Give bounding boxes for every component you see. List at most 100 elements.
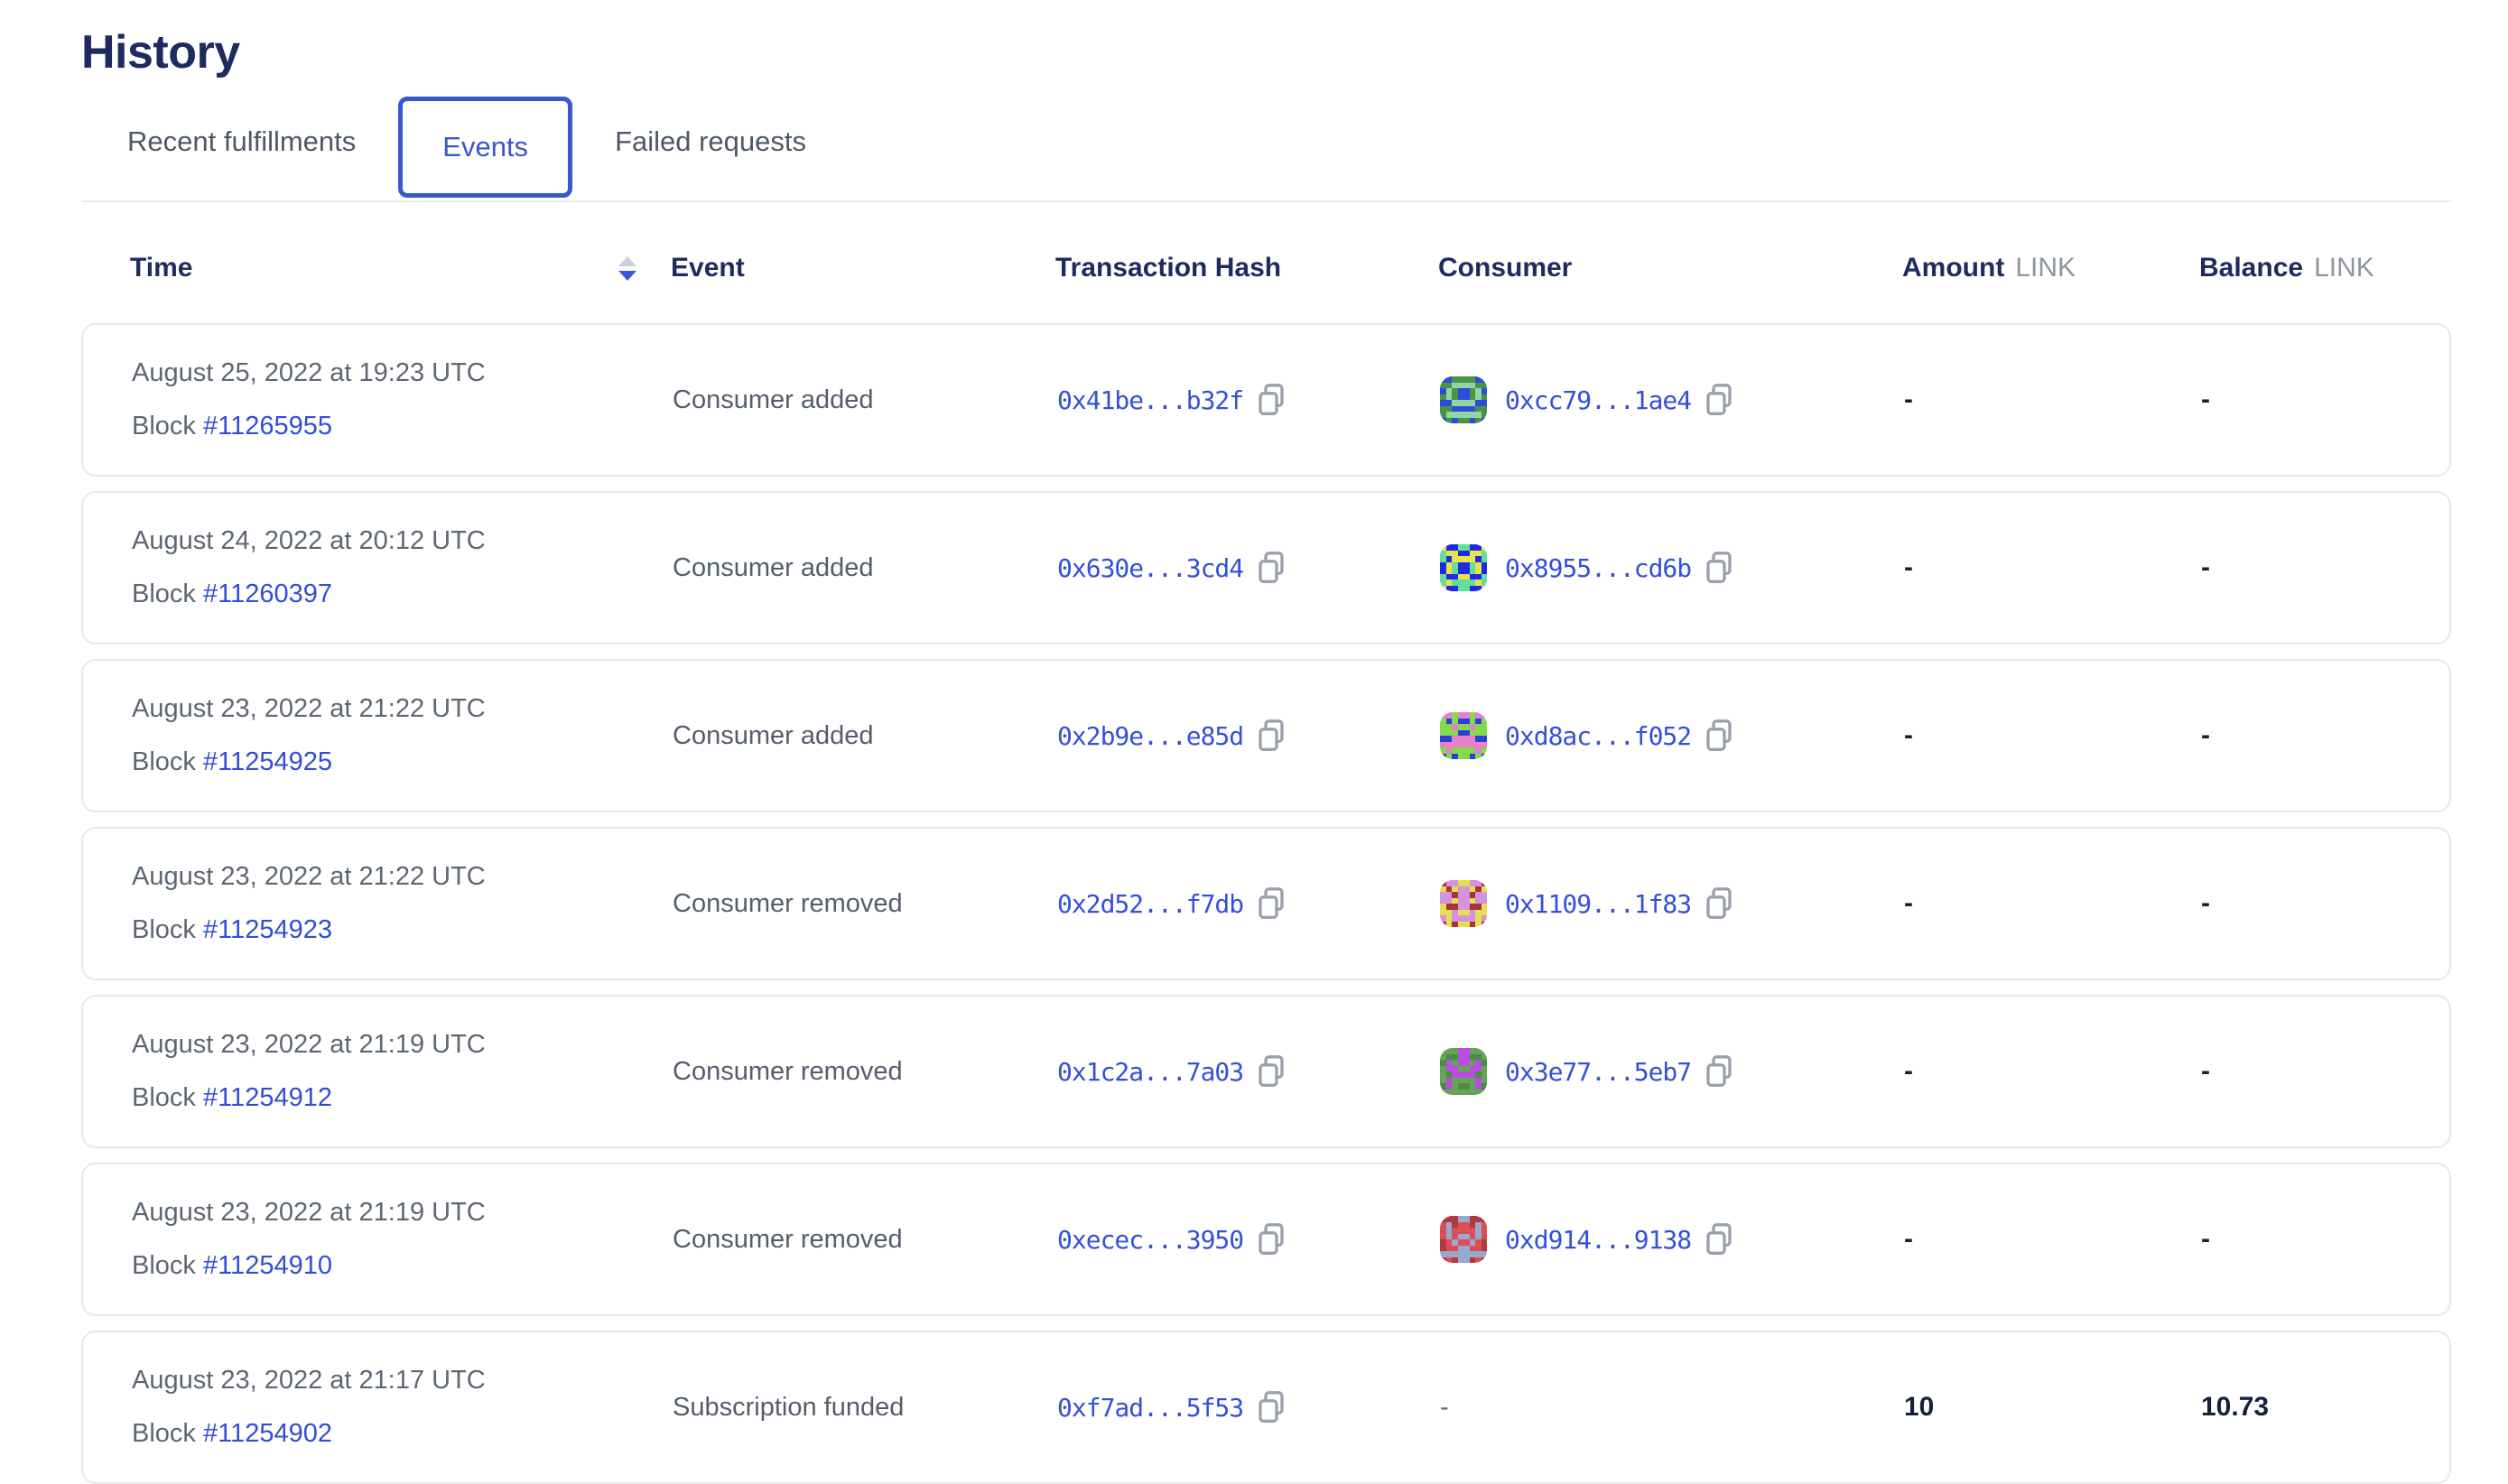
row-date: August 25, 2022 at 19:23 UTC xyxy=(132,358,673,388)
sort-up-arrow-icon xyxy=(618,256,636,266)
sort-icon[interactable] xyxy=(618,256,636,281)
copy-icon[interactable] xyxy=(1705,1223,1732,1256)
amount-cell: - xyxy=(1904,1224,2201,1255)
table-row: August 23, 2022 at 21:19 UTC Block #1125… xyxy=(81,995,2451,1148)
event-type: Consumer removed xyxy=(673,889,903,918)
balance-value: - xyxy=(2201,720,2210,750)
consumer-address-link[interactable]: 0x1109...1f83 xyxy=(1505,889,1691,919)
balance-value: 10.73 xyxy=(2201,1392,2269,1422)
consumer-address-link[interactable]: 0xd8ac...f052 xyxy=(1505,721,1691,751)
event-type: Consumer removed xyxy=(673,1057,903,1086)
transaction-hash-cell: 0x2d52...f7db xyxy=(1057,887,1440,920)
balance-value: - xyxy=(2201,1224,2210,1254)
tab-recent-fulfillments[interactable]: Recent fulfillments xyxy=(127,125,356,158)
copy-icon[interactable] xyxy=(1258,719,1285,752)
transaction-hash-cell: 0x2b9e...e85d xyxy=(1057,719,1440,752)
event-cell: Consumer added xyxy=(673,553,1057,583)
consumer-cell: 0xd8ac...f052 xyxy=(1440,712,1904,759)
table-row: August 23, 2022 at 21:19 UTC Block #1125… xyxy=(81,1163,2451,1316)
copy-icon[interactable] xyxy=(1705,552,1732,584)
transaction-hash-cell: 0x630e...3cd4 xyxy=(1057,552,1440,584)
page-title: History xyxy=(81,25,2451,79)
consumer-address-link[interactable]: 0x8955...cd6b xyxy=(1505,553,1691,583)
block-number-link[interactable]: #11254902 xyxy=(203,1419,332,1448)
row-block: Block #11254912 xyxy=(132,1083,673,1113)
copy-icon[interactable] xyxy=(1258,552,1285,584)
tab-events[interactable]: Events xyxy=(398,97,572,198)
row-block: Block #11254910 xyxy=(132,1251,673,1281)
event-cell: Consumer added xyxy=(673,385,1057,415)
amount-value: - xyxy=(1904,1056,1913,1086)
amount-cell: - xyxy=(1904,552,2201,583)
block-number-link[interactable]: #11260397 xyxy=(203,580,332,608)
balance-cell: - xyxy=(2201,888,2449,919)
event-cell: Subscription funded xyxy=(673,1393,1057,1423)
block-label: Block xyxy=(132,412,203,441)
copy-icon[interactable] xyxy=(1258,887,1285,920)
consumer-identicon xyxy=(1440,376,1487,423)
transaction-hash-cell: 0x1c2a...7a03 xyxy=(1057,1055,1440,1088)
block-label: Block xyxy=(132,747,203,776)
copy-icon[interactable] xyxy=(1705,1055,1732,1088)
amount-cell: 10 xyxy=(1904,1392,2201,1423)
balance-value: - xyxy=(2201,1056,2210,1086)
history-page: History Recent fulfillments Events Faile… xyxy=(0,0,2508,1484)
balance-value: - xyxy=(2201,552,2210,582)
table-row: August 23, 2022 at 21:22 UTC Block #1125… xyxy=(81,659,2451,812)
consumer-address-link[interactable]: 0xcc79...1ae4 xyxy=(1505,385,1691,415)
transaction-hash-cell: 0xecec...3950 xyxy=(1057,1223,1440,1256)
copy-icon[interactable] xyxy=(1705,384,1732,416)
block-label: Block xyxy=(132,1419,203,1448)
column-header-event: Event xyxy=(671,253,1055,283)
time-cell: August 25, 2022 at 19:23 UTC Block #1126… xyxy=(132,358,673,441)
column-header-time[interactable]: Time xyxy=(130,253,671,283)
copy-icon[interactable] xyxy=(1258,1055,1285,1088)
events-table-body: August 25, 2022 at 19:23 UTC Block #1126… xyxy=(81,323,2451,1484)
consumer-address-link[interactable]: 0xd914...9138 xyxy=(1505,1225,1691,1255)
event-cell: Consumer removed xyxy=(673,1225,1057,1255)
transaction-hash-link[interactable]: 0x2b9e...e85d xyxy=(1057,721,1243,751)
row-date: August 23, 2022 at 21:17 UTC xyxy=(132,1366,673,1396)
row-date: August 23, 2022 at 21:19 UTC xyxy=(132,1198,673,1228)
consumer-cell: 0xd914...9138 xyxy=(1440,1216,1904,1263)
balance-cell: - xyxy=(2201,1056,2449,1087)
transaction-hash-link[interactable]: 0xf7ad...5f53 xyxy=(1057,1393,1243,1423)
event-type: Consumer removed xyxy=(673,1225,903,1254)
block-number-link[interactable]: #11254925 xyxy=(203,747,332,776)
event-type: Subscription funded xyxy=(673,1393,904,1422)
transaction-hash-link[interactable]: 0x2d52...f7db xyxy=(1057,889,1243,919)
sort-down-arrow-icon xyxy=(618,271,636,281)
tab-failed-requests[interactable]: Failed requests xyxy=(615,125,806,158)
block-number-link[interactable]: #11254923 xyxy=(203,915,332,944)
transaction-hash-link[interactable]: 0xecec...3950 xyxy=(1057,1225,1243,1255)
consumer-identicon xyxy=(1440,544,1487,591)
copy-icon[interactable] xyxy=(1258,1391,1285,1424)
row-block: Block #11265955 xyxy=(132,412,673,441)
consumer-address-link[interactable]: 0x3e77...5eb7 xyxy=(1505,1057,1691,1087)
block-number-link[interactable]: #11254910 xyxy=(203,1251,332,1280)
consumer-cell: 0x8955...cd6b xyxy=(1440,544,1904,591)
consumer-cell: - xyxy=(1440,1393,1904,1423)
copy-icon[interactable] xyxy=(1258,1223,1285,1256)
event-cell: Consumer removed xyxy=(673,1057,1057,1087)
amount-cell: - xyxy=(1904,888,2201,919)
row-date: August 23, 2022 at 21:19 UTC xyxy=(132,1030,673,1060)
balance-cell: - xyxy=(2201,552,2449,583)
consumer-cell: 0x3e77...5eb7 xyxy=(1440,1048,1904,1095)
history-tabs: Recent fulfillments Events Failed reques… xyxy=(81,83,2451,202)
amount-value: - xyxy=(1904,1224,1913,1254)
event-type: Consumer added xyxy=(673,385,873,414)
transaction-hash-link[interactable]: 0x41be...b32f xyxy=(1057,385,1243,415)
transaction-hash-link[interactable]: 0x1c2a...7a03 xyxy=(1057,1057,1243,1087)
copy-icon[interactable] xyxy=(1705,887,1732,920)
column-header-balance: BalanceLINK xyxy=(2199,253,2451,283)
amount-cell: - xyxy=(1904,1056,2201,1087)
copy-icon[interactable] xyxy=(1705,719,1732,752)
copy-icon[interactable] xyxy=(1258,384,1285,416)
block-number-link[interactable]: #11254912 xyxy=(203,1083,332,1112)
transaction-hash-link[interactable]: 0x630e...3cd4 xyxy=(1057,553,1243,583)
column-header-transaction-hash: Transaction Hash xyxy=(1055,253,1438,283)
block-number-link[interactable]: #11265955 xyxy=(203,412,332,441)
time-cell: August 23, 2022 at 21:19 UTC Block #1125… xyxy=(132,1198,673,1281)
column-header-consumer: Consumer xyxy=(1438,253,1902,283)
